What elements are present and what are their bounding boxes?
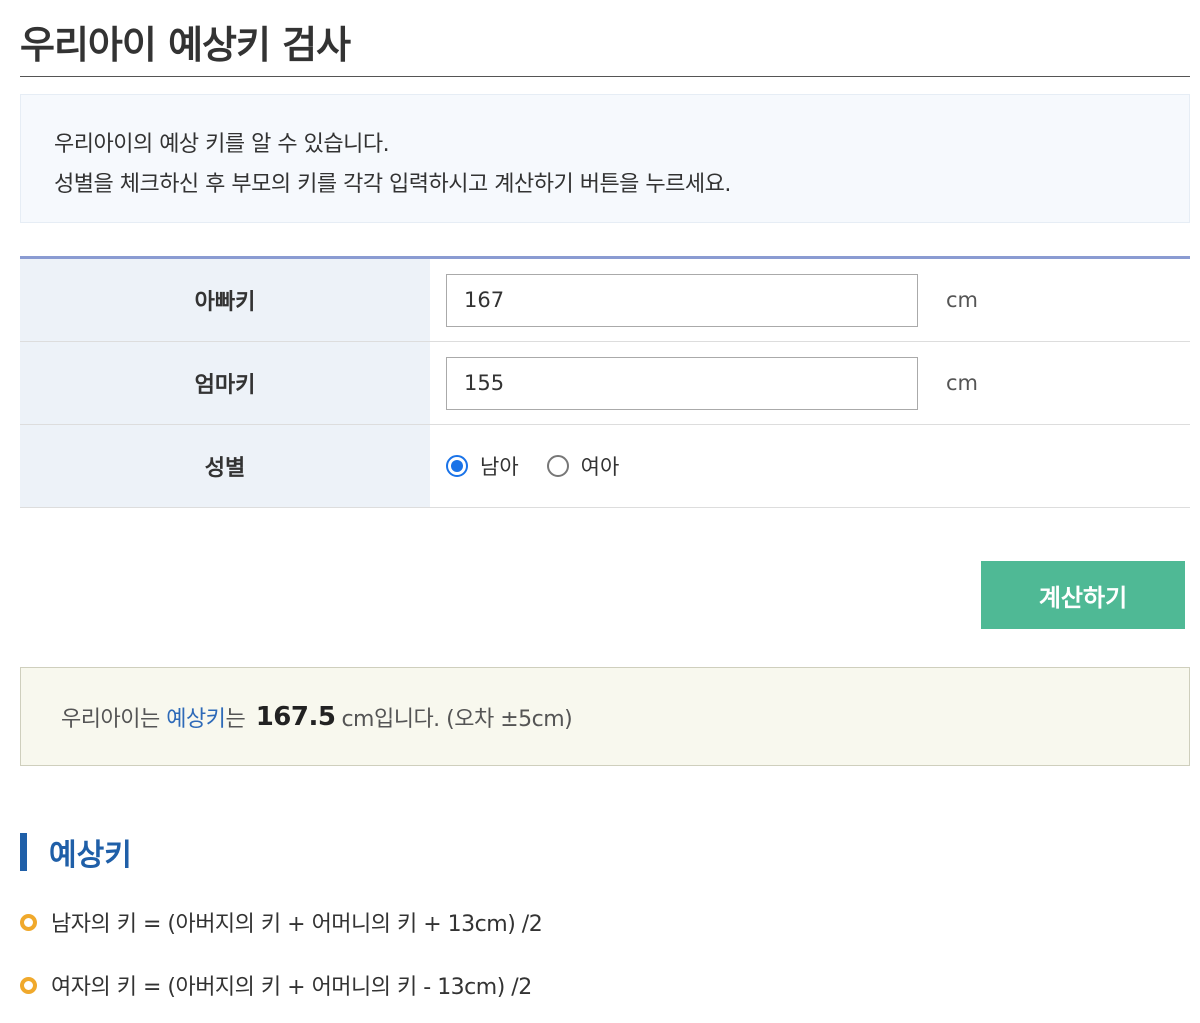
- form-row-mother: 엄마키 cm: [20, 342, 1190, 425]
- form-row-father: 아빠키 cm: [20, 259, 1190, 342]
- bullet-circle-icon: [20, 913, 37, 931]
- father-height-input[interactable]: [446, 273, 918, 327]
- mother-height-label: 엄마키: [20, 342, 430, 424]
- info-box: 우리아이의 예상 키를 알 수 있습니다. 성별을 체크하신 후 부모의 키를 …: [20, 94, 1190, 223]
- formula-section-title: 예상키: [20, 832, 132, 873]
- father-height-unit: cm: [946, 288, 979, 312]
- gender-option-girl[interactable]: 여아: [546, 451, 648, 481]
- formula-girl-text: 여자의 키 = (아버지의 키 + 어머니의 키 - 13cm) /2: [51, 975, 532, 1000]
- title-divider: [20, 76, 1190, 77]
- form-row-gender: 성별 남아 여아: [20, 425, 1190, 508]
- father-height-label: 아빠키: [20, 259, 430, 341]
- gender-option-boy[interactable]: 남아: [446, 451, 547, 481]
- section-bar-icon: [20, 833, 27, 871]
- result-box: 우리아이는 예상키 는 167.5 cm입니다. (오차 ±5cm): [20, 667, 1190, 766]
- gender-radio-boy[interactable]: [446, 455, 468, 477]
- mother-height-cell: cm: [430, 342, 1190, 424]
- formula-girl: 여자의 키 = (아버지의 키 + 어머니의 키 - 13cm) /2: [20, 969, 532, 1001]
- gender-label-boy[interactable]: 남아: [480, 451, 519, 481]
- result-suffix: cm입니다. (오차 ±5cm): [341, 706, 573, 732]
- info-line-2: 성별을 체크하신 후 부모의 키를 각각 입력하시고 계산하기 버튼을 누르세요…: [54, 172, 731, 197]
- gender-radio-girl[interactable]: [546, 455, 569, 477]
- father-height-cell: cm: [430, 259, 1190, 341]
- height-form: 아빠키 cm 엄마키 cm 성별 남아 여아: [20, 256, 1190, 508]
- result-value: 167.5: [255, 701, 336, 732]
- formula-boy-text: 남자의 키 = (아버지의 키 + 어머니의 키 + 13cm) /2: [51, 912, 543, 937]
- info-line-1: 우리아이의 예상 키를 알 수 있습니다.: [54, 132, 390, 157]
- result-prefix: 우리아이는: [61, 706, 160, 732]
- gender-label: 성별: [20, 425, 430, 507]
- mother-height-unit: cm: [946, 371, 979, 395]
- gender-label-girl[interactable]: 여아: [581, 451, 620, 481]
- bullet-circle-icon: [20, 976, 37, 994]
- calculate-button[interactable]: 계산하기: [981, 561, 1185, 629]
- result-particle: 는: [225, 706, 246, 732]
- formula-boy: 남자의 키 = (아버지의 키 + 어머니의 키 + 13cm) /2: [20, 906, 543, 938]
- mother-height-input[interactable]: [446, 356, 918, 410]
- page-title: 우리아이 예상키 검사: [20, 23, 351, 67]
- gender-cell: 남아 여아: [430, 425, 1190, 507]
- formula-section-heading: 예상키: [49, 838, 132, 873]
- result-highlight: 예상키: [166, 706, 226, 732]
